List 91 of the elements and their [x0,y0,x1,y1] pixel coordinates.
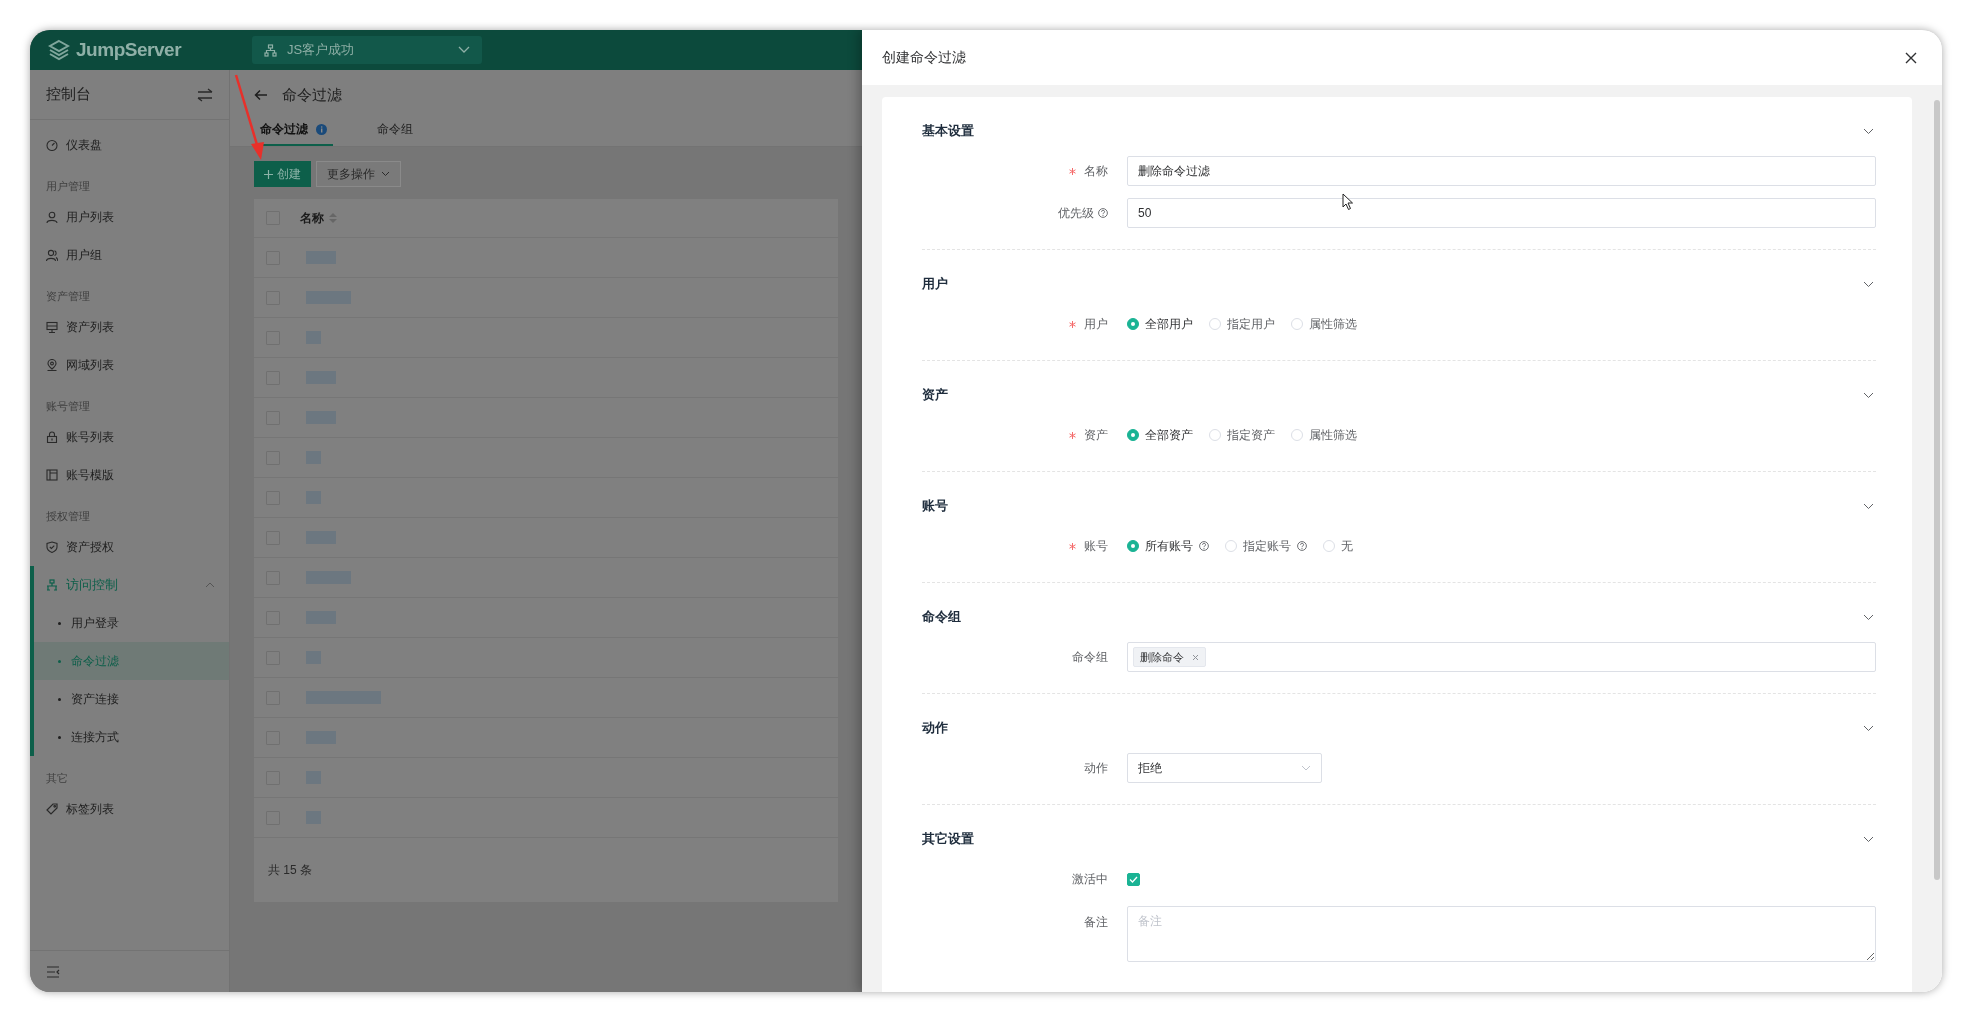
field-label: 命令组 [1072,649,1108,666]
text-field[interactable]: 删除命令过滤 [1127,156,1876,186]
tab[interactable]: 命令组 [371,114,419,146]
radio-option[interactable]: 全部用户 [1127,315,1193,333]
network-icon [46,579,58,591]
radio-button[interactable] [1127,318,1139,330]
chevron-down-icon [1863,391,1874,399]
radio-option[interactable]: 指定账号 [1225,537,1307,555]
field-label: 激活中 [1072,871,1108,888]
chevron-down-icon [1863,835,1874,843]
section-title: 其它设置 [922,830,974,849]
sort-icon [329,213,337,223]
total-count: 共 15 条 [268,862,312,879]
section-title: 动作 [922,719,948,738]
radio-option[interactable]: 属性筛选 [1291,426,1357,444]
field-label: 名称 [1084,163,1108,180]
close-icon[interactable] [1905,51,1917,64]
section-title: 账号 [922,497,948,516]
sidebar-item[interactable]: 网域列表 [30,346,229,384]
drawer-title: 创建命令过滤 [882,48,966,67]
chevron-down-icon [1863,502,1874,510]
sidebar-item[interactable]: 用户列表 [30,198,229,236]
sidebar-item[interactable]: 用户组 [30,236,229,274]
sidebar-item[interactable]: 仪表盘 [30,126,229,164]
radio-option[interactable]: 属性筛选 [1291,315,1357,333]
section-title: 基本设置 [922,122,974,141]
radio-option[interactable]: 指定用户 [1209,315,1275,333]
chevron-down-icon [1863,724,1874,732]
radio-option[interactable]: 指定资产 [1209,426,1275,444]
chevron-down-icon [458,46,470,54]
radio-option[interactable]: 全部资产 [1127,426,1193,444]
sidebar-item[interactable]: 账号模版 [30,456,229,494]
switch-icon[interactable] [197,87,213,102]
location-pin-icon [46,359,58,371]
organization-selector[interactable]: JS客户成功 [252,36,482,64]
section-title: 用户 [922,275,948,294]
sidebar-title: 控制台 [46,84,91,105]
sidebar-item[interactable]: 资产列表 [30,308,229,346]
logo-icon [48,39,70,61]
sidebar-item[interactable]: 账号列表 [30,418,229,456]
plus-icon [264,169,273,179]
select-field[interactable]: 拒绝 [1127,753,1322,783]
sitemap-icon [264,43,277,57]
user-icon [46,211,58,223]
radio-option[interactable]: 无 [1323,537,1353,555]
text-field[interactable]: 50 [1127,198,1876,228]
tag-select-field[interactable]: 删除命令 [1127,642,1876,672]
sidebar-item[interactable]: 标签列表 [30,790,229,828]
section-title: 命令组 [922,608,961,627]
create-button[interactable]: 创建 [254,161,311,187]
lock-icon [46,431,58,443]
chevron-down-icon [1301,765,1311,771]
chevron-down-icon [1863,127,1874,135]
sidebar-subitem[interactable]: 连接方式 [34,718,229,756]
mouse-pointer-icon [1342,193,1354,211]
column-header[interactable]: 名称 [300,209,337,227]
back-arrow-icon[interactable] [254,89,268,101]
sidebar-subitem[interactable]: 用户登录 [34,604,229,642]
sidebar-subitem[interactable]: 资产连接 [34,680,229,718]
field-label: 资产 [1084,427,1108,444]
textarea-field[interactable]: 备注 [1127,906,1876,962]
field-label: 动作 [1084,760,1108,777]
radio-option[interactable]: 所有账号 [1127,537,1209,555]
radio-button[interactable] [1127,429,1139,441]
page-title: 命令过滤 [282,84,342,105]
chevron-down-icon [1863,280,1874,288]
brand-name: JumpServer [76,37,182,62]
monitor-icon [46,321,58,333]
chevron-down-icon [1863,613,1874,621]
help-icon [1297,541,1307,551]
tag-icon [46,803,58,815]
chevron-down-icon [381,171,390,177]
users-icon [46,249,58,261]
scrollbar[interactable] [1934,100,1940,880]
shield-icon [46,541,58,553]
sidebar-item[interactable]: 资产授权 [30,528,229,566]
gauge-icon [46,139,58,151]
info-icon [316,123,327,135]
field-label: 优先级 [1058,205,1094,222]
layout-icon [46,469,58,481]
collapse-menu-icon[interactable] [46,965,60,978]
chevron-up-icon [205,582,215,588]
field-label: 账号 [1084,538,1108,555]
help-icon [1199,541,1209,551]
tag: 删除命令 [1133,647,1206,667]
more-actions-button[interactable]: 更多操作 [316,161,401,187]
field-label: 备注 [1084,914,1108,931]
section-title: 资产 [922,386,948,405]
field-label: 用户 [1084,316,1108,333]
radio-button[interactable] [1127,540,1139,552]
checkbox[interactable] [1127,872,1140,886]
